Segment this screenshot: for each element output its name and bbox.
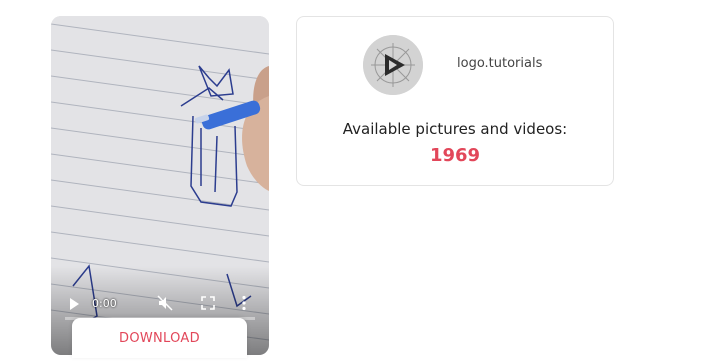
avatar[interactable]	[363, 35, 423, 95]
more-options-icon[interactable]	[241, 295, 247, 311]
video-player[interactable]: 0:00	[51, 16, 269, 355]
download-button[interactable]: DOWNLOAD	[72, 318, 247, 358]
media-count: 1969	[429, 145, 481, 166]
video-controls: 0:00	[51, 283, 269, 323]
available-label: Available pictures and videos:	[342, 120, 568, 138]
profile-card: logo.tutorials Available pictures and vi…	[296, 16, 614, 186]
play-icon[interactable]	[67, 297, 81, 311]
video-time: 0:00	[92, 297, 117, 310]
username[interactable]: logo.tutorials	[457, 56, 542, 71]
fullscreen-icon[interactable]	[201, 296, 215, 310]
mute-icon[interactable]	[157, 295, 173, 311]
play-logo-icon	[363, 35, 423, 95]
